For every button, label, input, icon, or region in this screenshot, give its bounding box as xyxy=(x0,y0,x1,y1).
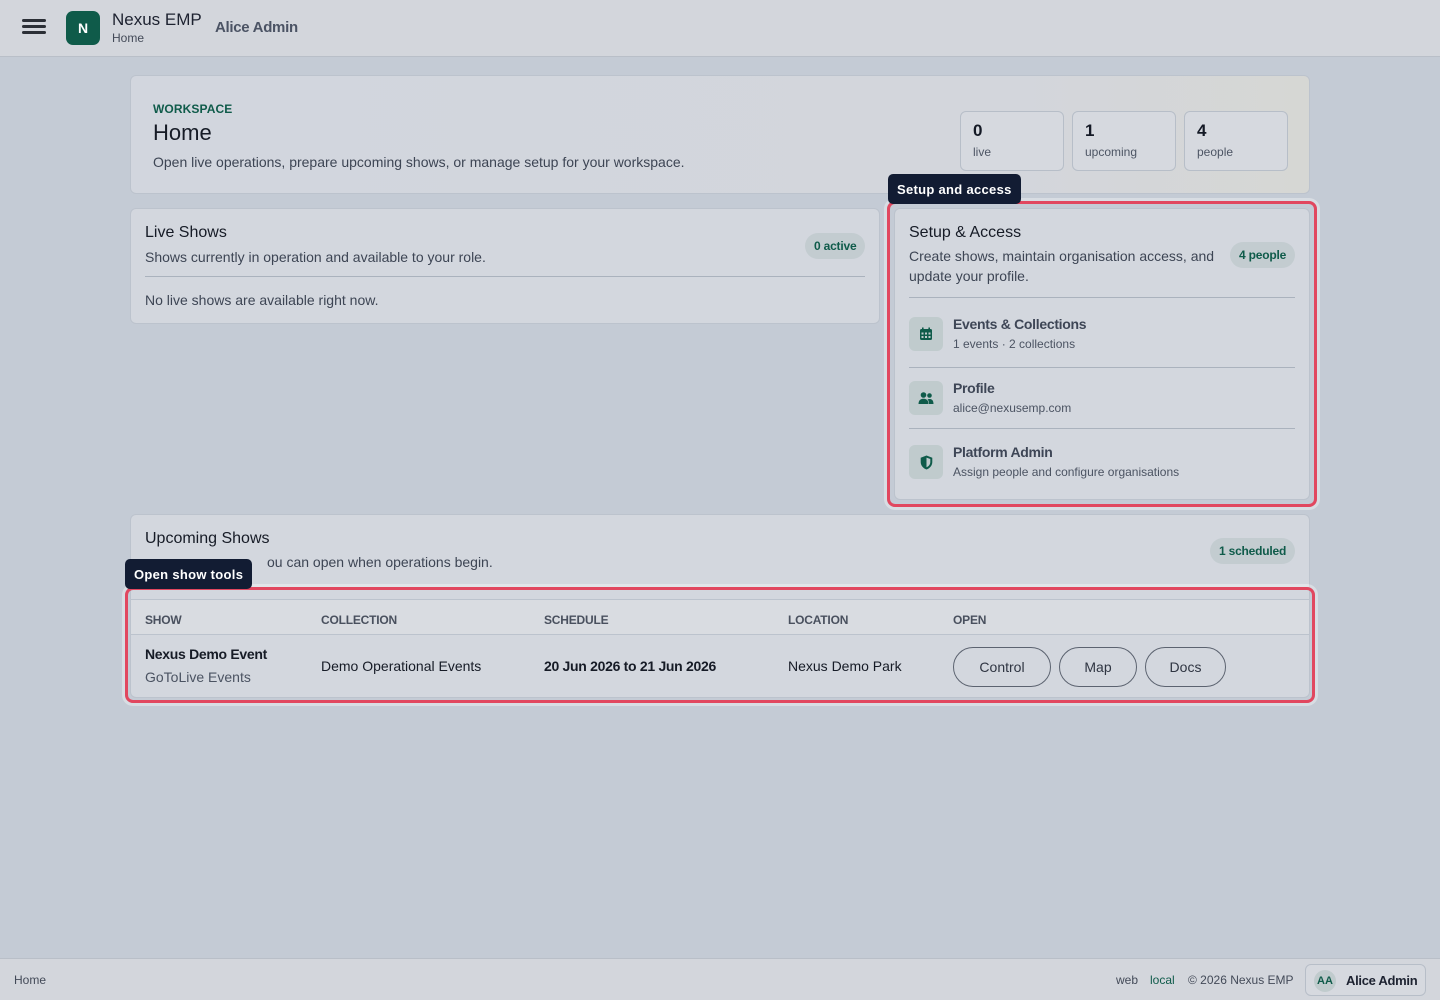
setup-access-card: Setup & Access Create shows, maintain or… xyxy=(894,208,1310,500)
brand: Nexus EMP Home xyxy=(112,10,202,45)
stat-people: 4 people xyxy=(1184,111,1288,171)
events-collections-link[interactable]: Events & Collections 1 events · 2 collec… xyxy=(909,316,1295,377)
user-menu-name: Alice Admin xyxy=(1346,973,1418,988)
empty-state-text: No live shows are available right now. xyxy=(145,292,379,308)
env-web: web xyxy=(1116,973,1139,987)
divider xyxy=(909,428,1295,429)
divider xyxy=(145,276,865,277)
upcoming-description: ou can open when operations begin. xyxy=(267,554,493,570)
map-button[interactable]: Map xyxy=(1059,647,1137,687)
people-icon xyxy=(909,381,943,415)
stat-value: 4 xyxy=(1197,121,1207,140)
active-count-badge: 0 active xyxy=(805,233,866,259)
setup-tooltip: Setup and access xyxy=(888,174,1021,204)
avatar: AA xyxy=(1314,970,1336,992)
column-header: SHOW xyxy=(145,613,182,627)
show-name: Nexus Demo Event xyxy=(145,646,268,662)
schedule-cell: 20 Jun 2026 to 21 Jun 2026 xyxy=(544,658,716,674)
live-shows-card: Live Shows Shows currently in operation … xyxy=(130,208,880,324)
menu-icon[interactable] xyxy=(22,16,46,40)
show-tools-tooltip: Open show tools xyxy=(125,559,253,589)
page-description: Open live operations, prepare upcoming s… xyxy=(153,154,685,170)
env-local: local xyxy=(1150,973,1175,987)
copyright: © 2026 Nexus EMP xyxy=(1188,973,1294,987)
app-logo[interactable]: N xyxy=(66,11,100,45)
collection-cell: Demo Operational Events xyxy=(321,658,482,674)
column-header: OPEN xyxy=(953,613,987,627)
upcoming-shows-card: Upcoming Shows ou can open when operatio… xyxy=(130,514,1310,698)
shield-icon xyxy=(909,445,943,479)
column-header: COLLECTION xyxy=(321,613,397,627)
user-name: Alice Admin xyxy=(215,19,298,36)
footer-breadcrumb: Home xyxy=(14,973,47,987)
docs-button[interactable]: Docs xyxy=(1145,647,1226,687)
page-title: Home xyxy=(153,120,212,145)
table-header: SHOW COLLECTION SCHEDULE LOCATION OPEN xyxy=(131,599,1309,635)
setup-description-line1: Create shows, maintain organisation acce… xyxy=(909,248,1215,264)
calendar-icon xyxy=(909,317,943,351)
stat-label: upcoming xyxy=(1085,145,1138,159)
top-bar: N Nexus EMP Home Alice Admin xyxy=(0,0,1440,57)
divider xyxy=(909,297,1295,298)
item-title: Platform Admin xyxy=(953,444,1053,460)
platform-admin-link[interactable]: Platform Admin Assign people and configu… xyxy=(909,444,1295,505)
profile-link[interactable]: Profile alice@nexusemp.com xyxy=(909,380,1295,441)
setup-description-line2: update your profile. xyxy=(909,268,1029,284)
people-count-badge: 4 people xyxy=(1230,242,1296,268)
upcoming-title: Upcoming Shows xyxy=(145,530,270,547)
workspace-header: WORKSPACE Home Open live operations, pre… xyxy=(130,75,1310,194)
stat-value: 1 xyxy=(1085,121,1095,140)
item-title: Profile xyxy=(953,380,995,396)
app-name: Nexus EMP xyxy=(112,10,202,29)
live-shows-description: Shows currently in operation and availab… xyxy=(145,249,486,265)
item-subtitle: alice@nexusemp.com xyxy=(953,401,1072,415)
divider xyxy=(909,367,1295,368)
stat-live: 0 live xyxy=(960,111,1064,171)
stat-upcoming: 1 upcoming xyxy=(1072,111,1176,171)
setup-title: Setup & Access xyxy=(909,224,1022,241)
live-shows-title: Live Shows xyxy=(145,224,227,241)
column-header: SCHEDULE xyxy=(544,613,609,627)
stat-label: live xyxy=(973,145,992,159)
location-cell: Nexus Demo Park xyxy=(788,658,902,674)
user-menu[interactable]: AA Alice Admin xyxy=(1305,964,1426,996)
stat-value: 0 xyxy=(973,121,983,140)
scheduled-count-badge: 1 scheduled xyxy=(1210,538,1296,564)
current-page: Home xyxy=(112,31,145,45)
workspace-eyebrow: WORKSPACE xyxy=(153,102,233,116)
footer: Home web local © 2026 Nexus EMP AA Alice… xyxy=(0,958,1440,1000)
column-header: LOCATION xyxy=(788,613,849,627)
stat-label: people xyxy=(1197,145,1234,159)
item-subtitle: Assign people and configure organisation… xyxy=(953,465,1180,479)
item-subtitle: 1 events · 2 collections xyxy=(953,337,1076,351)
show-organiser: GoToLive Events xyxy=(145,669,251,685)
item-title: Events & Collections xyxy=(953,316,1087,332)
control-button[interactable]: Control xyxy=(953,647,1051,687)
